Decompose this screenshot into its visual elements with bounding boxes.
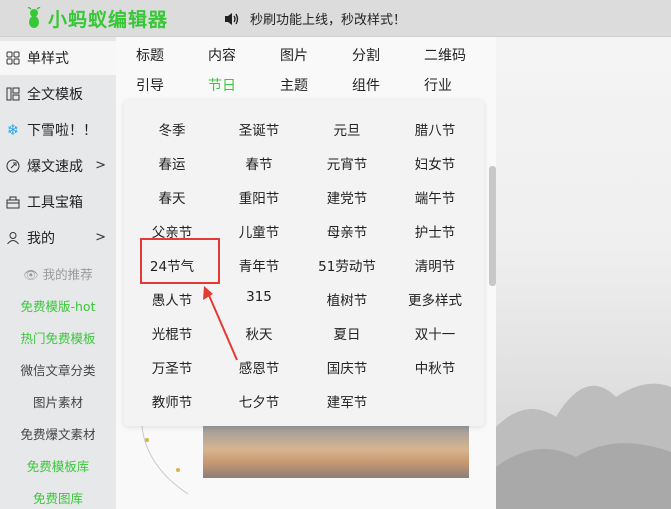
holiday-item[interactable]: 腊八节 [390,119,480,139]
snowflake-icon: ❄ [6,121,20,139]
holiday-item[interactable]: 圣诞节 [214,119,304,139]
sidebar-sub-image-assets[interactable]: 图片素材 [0,392,116,411]
sidebar-item-toolbox[interactable]: 工具宝箱 [0,185,116,219]
tab-theme[interactable]: 主题 [280,75,308,95]
canvas-background [496,37,671,509]
tab-title[interactable]: 标题 [136,45,164,65]
sidebar-item-label: 全文模板 [27,87,83,103]
holiday-item[interactable]: 护士节 [390,221,480,241]
holiday-item[interactable]: 植树节 [302,289,392,309]
holiday-item[interactable]: 315 [214,289,304,305]
holiday-item[interactable]: 万圣节 [127,357,217,377]
tab-holiday[interactable]: 节日 [208,75,236,95]
sidebar-sub-free-template-library[interactable]: 免费模板库 [0,456,116,475]
holiday-item[interactable]: 感恩节 [214,357,304,377]
decorative-circle [141,426,189,495]
sidebar-item-label: 我的 [27,231,55,247]
logo-text: 小蚂蚁编辑器 [48,8,169,31]
user-icon [5,230,21,246]
mountain-landscape [496,383,671,509]
holiday-item[interactable]: 教师节 [127,391,217,411]
holiday-item[interactable]: 秋天 [214,323,304,343]
holiday-item[interactable]: 建军节 [302,391,392,411]
sidebar-sub-my-recommend[interactable]: 👁 我的推荐 [0,264,116,283]
tab-guide[interactable]: 引导 [136,75,164,95]
tab-component[interactable]: 组件 [352,75,380,95]
sidebar-sub-free-template-hot[interactable]: 免费模版-hot [0,296,116,315]
holiday-item[interactable]: 儿童节 [214,221,304,241]
sidebar-item-snow[interactable]: ❄ 下雪啦！！ [0,113,116,147]
holiday-item[interactable]: 双十一 [390,323,480,343]
tab-image[interactable]: 图片 [280,45,308,65]
holiday-item[interactable]: 春天 [127,187,217,207]
holiday-item[interactable]: 夏日 [302,323,392,343]
sidebar: 单样式 全文模板 ❄ 下雪啦！！ 爆文速成 > 工具宝箱 我的 > 👁 我的推荐… [0,37,116,509]
holiday-item[interactable]: 七夕节 [214,391,304,411]
announcement: 秒刷功能上线，秒改样式！ [224,9,406,28]
sidebar-item-label: 工具宝箱 [27,195,83,211]
eye-icon: 👁 [23,268,39,282]
sidebar-sub-hot-free-template[interactable]: 热门免费模板 [0,328,116,347]
holiday-item[interactable]: 清明节 [390,255,480,275]
tab-content[interactable]: 内容 [208,45,236,65]
sidebar-item-label: 爆文速成 [27,159,83,175]
sidebar-sub-wechat-category[interactable]: 微信文章分类 [0,360,116,379]
grid-icon [5,50,21,66]
holiday-item[interactable]: 青年节 [214,255,304,275]
preview-image [203,426,469,478]
holiday-item[interactable]: 端午节 [390,187,480,207]
holiday-item[interactable]: 建党节 [302,187,392,207]
more-styles-link[interactable]: 更多样式 [390,289,480,309]
holiday-item[interactable]: 国庆节 [302,357,392,377]
sidebar-item-full-template[interactable]: 全文模板 [0,77,116,111]
announcement-text: 秒刷功能上线，秒改样式！ [250,13,407,28]
holiday-item[interactable]: 妇女节 [390,153,480,173]
chevron-right-icon: > [95,158,106,173]
sidebar-item-label: 下雪啦！！ [27,123,97,139]
holiday-item[interactable]: 元旦 [302,119,392,139]
holiday-item[interactable]: 重阳节 [214,187,304,207]
holiday-item[interactable]: 光棍节 [127,323,217,343]
holiday-item[interactable]: 51劳动节 [302,255,392,275]
top-bar: 小蚂蚁编辑器 秒刷功能上线，秒改样式！ [0,0,671,37]
tab-industry[interactable]: 行业 [424,75,452,95]
sidebar-item-label: 单样式 [27,51,69,67]
holiday-item[interactable]: 愚人节 [127,289,217,309]
toolbox-icon [5,194,21,210]
logo[interactable]: 小蚂蚁编辑器 [24,4,168,32]
ant-logo-icon [27,7,41,28]
holiday-item[interactable]: 冬季 [127,119,217,139]
sidebar-sub-free-viral-assets[interactable]: 免费爆文素材 [0,424,116,443]
holiday-item[interactable]: 春运 [127,153,217,173]
sidebar-item-single-style[interactable]: 单样式 [0,41,116,75]
holiday-item[interactable]: 元宵节 [302,153,392,173]
rocket-icon [5,158,21,174]
chevron-right-icon: > [95,230,106,245]
template-icon [5,86,21,102]
sidebar-item-mine[interactable]: 我的 > [0,221,116,255]
tab-qrcode[interactable]: 二维码 [424,45,466,65]
holiday-item[interactable]: 中秋节 [390,357,480,377]
holiday-item[interactable]: 春节 [214,153,304,173]
sidebar-item-viral[interactable]: 爆文速成 > [0,149,116,183]
sidebar-sub-free-gallery[interactable]: 免费图库 [0,488,116,507]
highlight-box [140,238,220,284]
tab-divider[interactable]: 分割 [352,45,380,65]
scrollbar[interactable] [489,166,496,286]
holiday-item[interactable]: 母亲节 [302,221,392,241]
speaker-icon [225,12,239,25]
